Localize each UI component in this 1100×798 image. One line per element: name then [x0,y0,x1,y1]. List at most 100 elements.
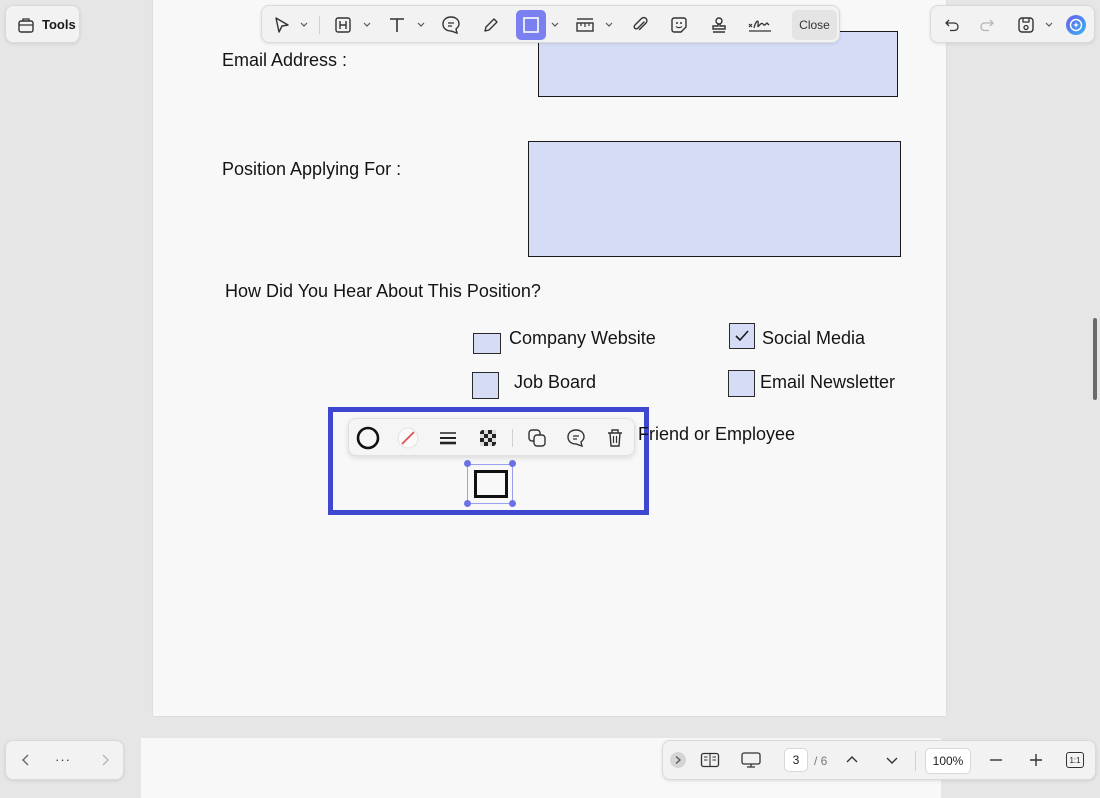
actual-size-button[interactable]: 1:1 [1066,752,1084,768]
cursor-arrow-icon [275,17,289,33]
attachment-tool-button[interactable] [628,13,652,37]
collapse-panel-button[interactable] [670,752,686,768]
duplicate-button[interactable] [524,425,550,451]
delete-button[interactable] [602,425,628,451]
chevron-down-icon[interactable] [417,22,425,28]
previous-button[interactable] [15,749,37,771]
resize-handle-bottom-left[interactable] [464,500,471,507]
line-weight-button[interactable] [435,425,461,451]
measure-tool-button[interactable] [573,13,597,37]
company-website-checkbox[interactable] [473,333,501,354]
page-number-input[interactable]: 3 [784,748,808,772]
next-button[interactable] [94,749,116,771]
undo-icon [945,19,959,32]
comment-icon [442,16,460,35]
tools-button[interactable]: Tools [5,5,80,43]
chevron-down-icon[interactable] [300,22,308,28]
rectangle-icon [523,17,539,33]
toolbar-divider [319,16,320,34]
chevron-left-icon [22,754,29,766]
email-newsletter-checkbox[interactable] [728,370,755,397]
pencil-tool-button[interactable] [479,13,503,37]
company-website-label: Company Website [509,328,656,348]
chevron-down-icon[interactable] [1045,22,1053,28]
chevron-down-icon[interactable] [605,22,613,28]
text-tool-button[interactable] [385,13,409,37]
presentation-icon [741,752,761,768]
email-address-label: Email Address : [222,50,348,70]
plus-icon [1030,754,1042,766]
toolbar-divider [512,429,513,447]
friend-or-employee-label: Friend or Employee [638,424,796,444]
previous-page-button[interactable] [841,749,863,771]
chevron-right-icon [102,754,109,766]
shape-properties-toolbar [348,418,635,456]
page-total-label: / 6 [814,754,828,768]
resize-handle-top-left[interactable] [464,460,471,467]
sticker-icon [671,17,687,33]
job-board-checkbox[interactable] [472,372,499,399]
ai-assistant-icon [1066,15,1086,35]
tools-label: Tools [42,17,76,32]
next-page-button[interactable] [881,749,903,771]
ruler-icon [576,18,594,32]
ai-assistant-button[interactable] [1064,13,1088,37]
save-icon [1018,17,1034,33]
sticker-tool-button[interactable] [667,13,691,37]
presentation-button[interactable] [739,749,763,771]
more-options-button[interactable]: ··· [55,752,71,767]
document-page [153,0,946,716]
signature-tool-button[interactable] [746,13,774,37]
highlight-h-icon [335,17,351,33]
chevron-up-icon [846,756,858,763]
toolbox-icon [18,18,34,33]
stamp-tool-button[interactable] [707,13,731,37]
chevron-down-icon[interactable] [551,22,559,28]
line-weight-icon [440,432,456,445]
opacity-button[interactable] [475,425,501,451]
email-newsletter-label: Email Newsletter [760,372,896,392]
toolbar-divider [915,751,916,771]
zoom-in-button[interactable] [1025,749,1047,771]
text-t-icon [390,18,404,32]
stroke-color-button[interactable] [355,425,381,451]
annotation-toolbar: Close [261,5,840,43]
chevron-down-icon [886,757,898,764]
undo-button[interactable] [940,13,964,37]
highlight-tool-button[interactable] [331,13,355,37]
hear-about-question: How Did You Hear About This Position? [225,281,541,301]
redo-icon [980,19,994,32]
close-button[interactable]: Close [792,10,837,40]
comment-icon [567,429,585,448]
no-fill-icon [397,427,419,449]
fill-color-button[interactable] [395,425,421,451]
zoom-out-button[interactable] [985,749,1007,771]
opacity-checker-icon [480,430,496,446]
page-nav-panel: ··· [5,740,124,780]
resize-handle-bottom-right[interactable] [509,500,516,507]
stamp-icon [712,17,726,33]
position-applying-label: Position Applying For : [222,159,402,179]
save-button[interactable] [1014,13,1038,37]
resize-handle-top-right[interactable] [509,460,516,467]
comment-button[interactable] [563,425,589,451]
social-media-checkbox[interactable] [729,323,755,349]
select-tool-button[interactable] [270,13,294,37]
redo-button[interactable] [975,13,999,37]
vertical-scrollbar[interactable] [1093,318,1097,400]
page-controls-panel: 3 / 6 100% 1:1 [662,740,1096,780]
comment-tool-button[interactable] [439,13,463,37]
signature-icon [748,20,771,32]
book-layout-icon [700,752,720,768]
checkmark-icon [735,330,749,342]
chevron-down-icon[interactable] [363,22,371,28]
zoom-level-input[interactable]: 100% [925,748,971,774]
page-layout-button[interactable] [699,749,721,771]
minus-icon [990,759,1002,761]
job-board-label: Job Board [514,372,597,392]
rectangle-tool-button[interactable] [516,10,546,40]
pencil-icon [484,18,498,32]
circle-stroke-icon [356,426,380,450]
friend-employee-checkbox[interactable] [474,470,508,498]
position-applying-field[interactable] [528,141,901,257]
